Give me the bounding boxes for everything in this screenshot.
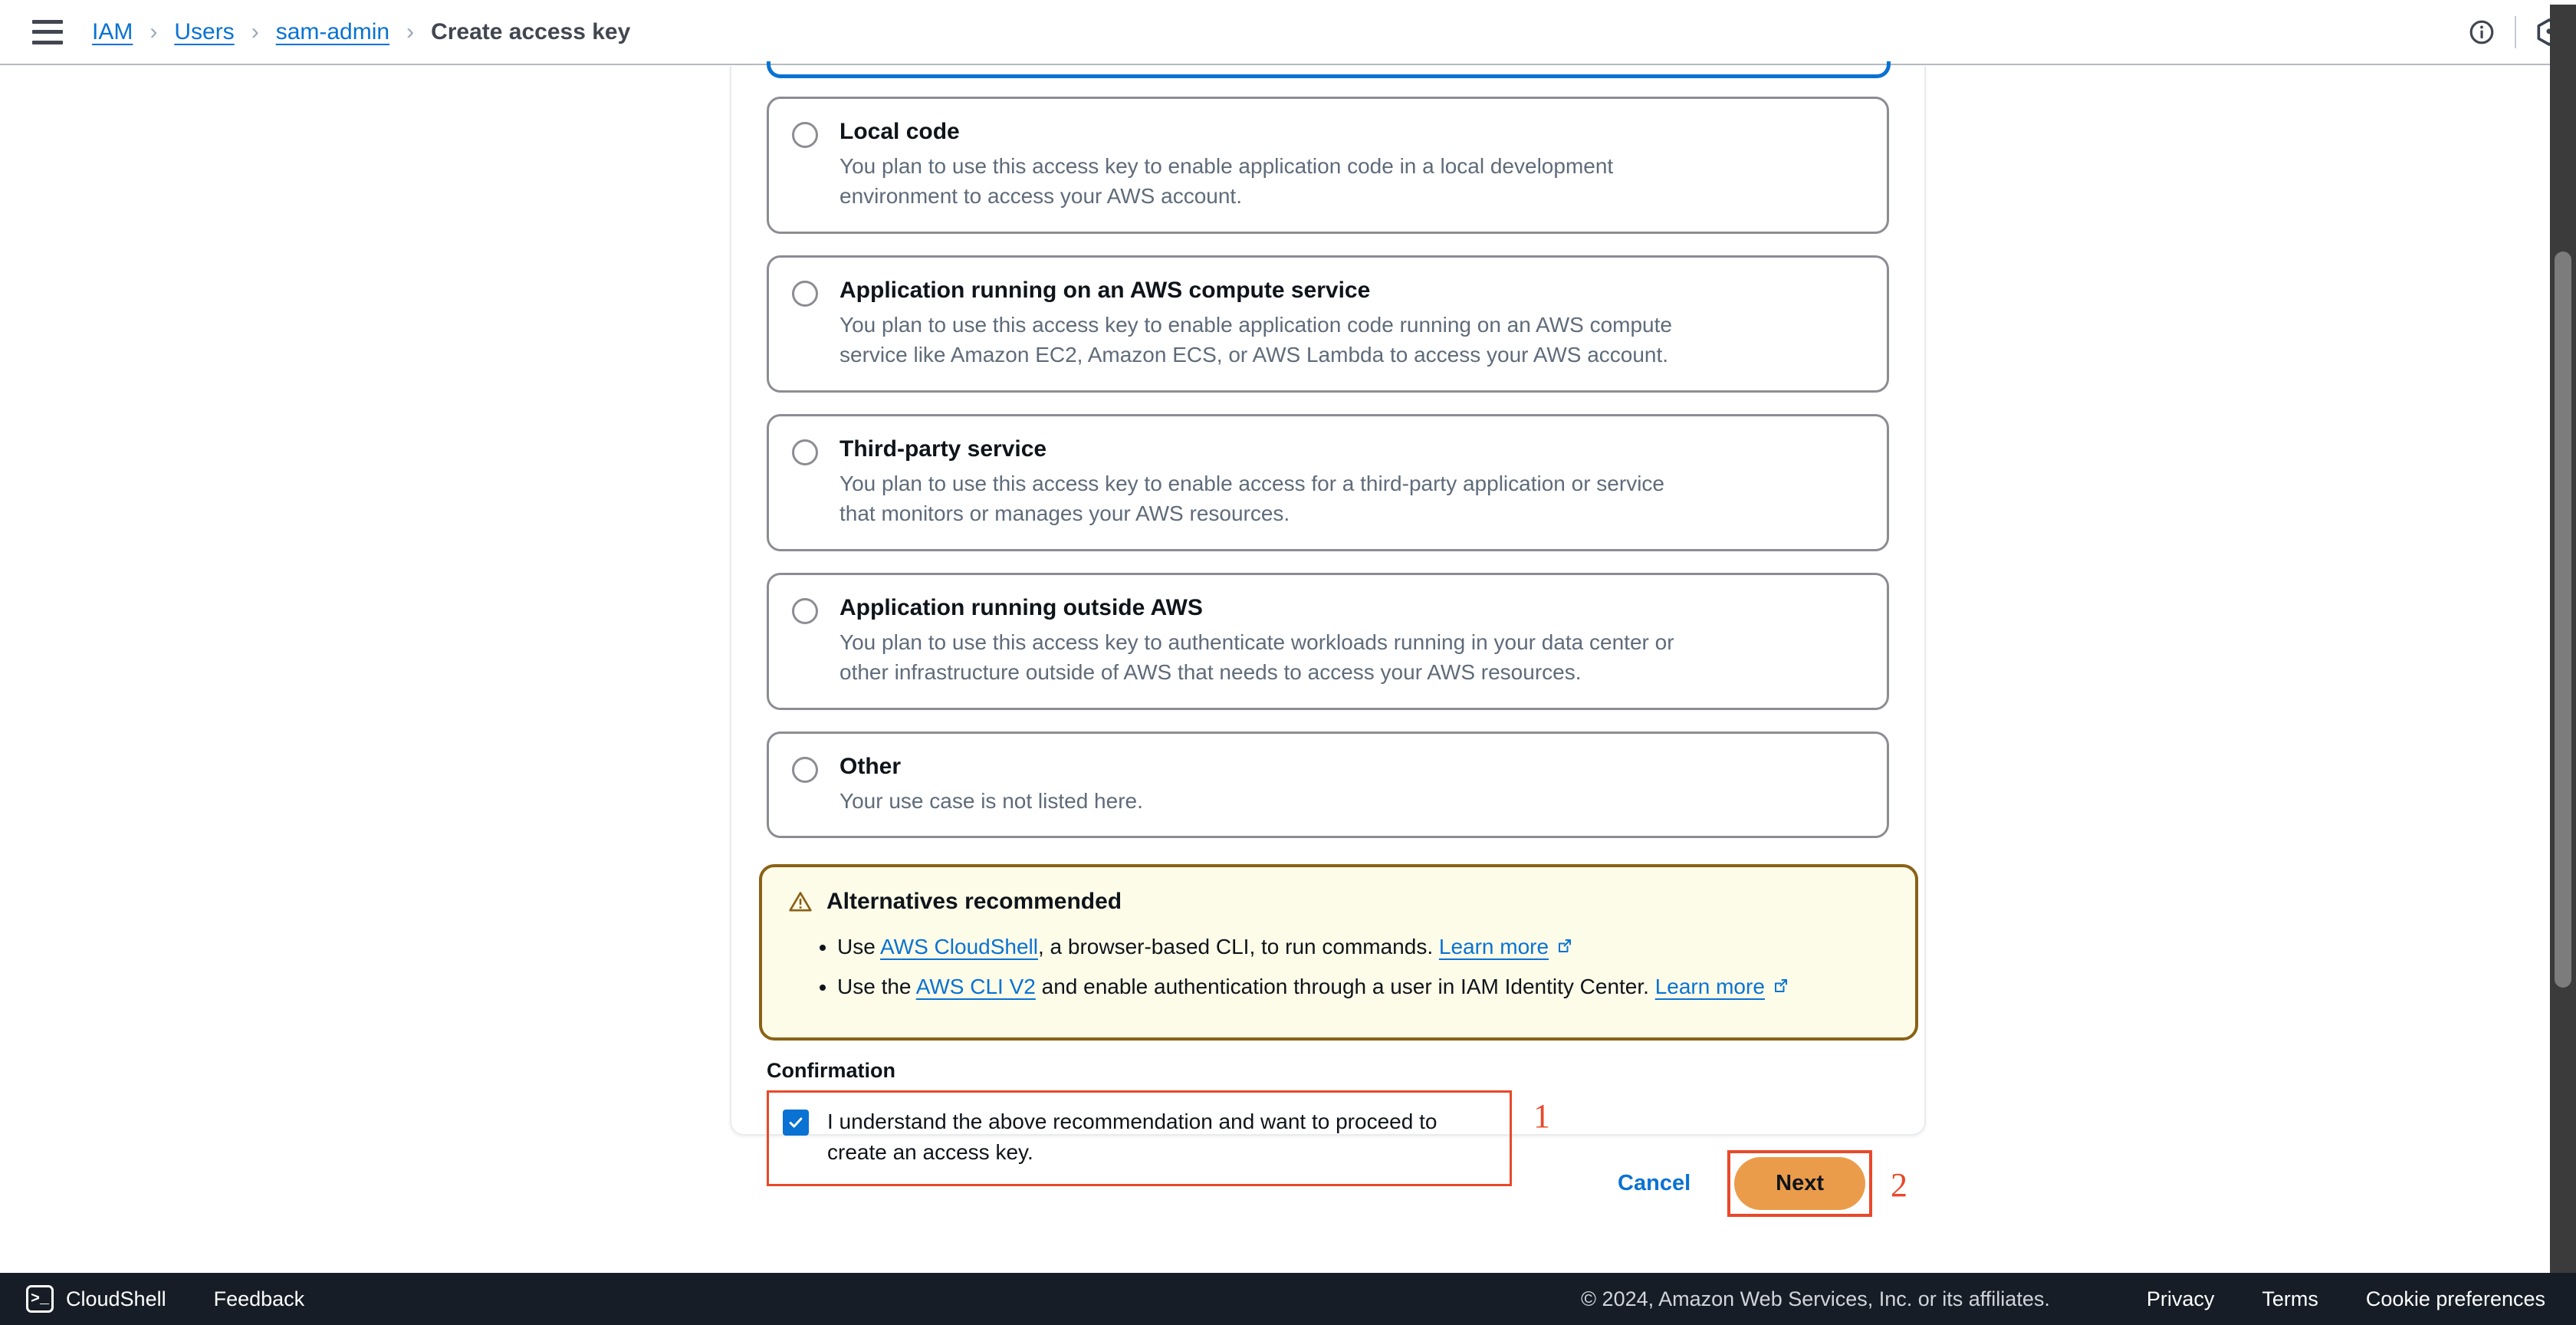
- confirmation-checkbox[interactable]: [783, 1109, 809, 1136]
- cancel-button[interactable]: Cancel: [1618, 1171, 1691, 1196]
- alert-bullet-cloudshell: Use AWS CloudShell, a browser-based CLI,…: [837, 932, 1889, 964]
- radio-icon[interactable]: [792, 757, 818, 783]
- option-card-third-party-service[interactable]: Third-party service You plan to use this…: [767, 414, 1889, 551]
- bullet-middle: , a browser-based CLI, to run commands.: [1037, 935, 1439, 959]
- option-description: You plan to use this access key to enabl…: [840, 153, 1614, 209]
- external-link-icon: [1771, 973, 1789, 1004]
- alert-bullet-aws-cli-v2: Use the AWS CLI V2 and enable authentica…: [837, 972, 1889, 1004]
- header-divider: [2515, 15, 2516, 48]
- annotation-marker-2: 2: [1891, 1166, 1907, 1204]
- radio-icon[interactable]: [792, 281, 818, 307]
- aws-cli-v2-link[interactable]: AWS CLI V2: [916, 975, 1036, 998]
- copyright-text: © 2024, Amazon Web Services, Inc. or its…: [1581, 1287, 2050, 1310]
- scrollbar-thumb[interactable]: [2555, 252, 2571, 988]
- cookie-preferences-link[interactable]: Cookie preferences: [2366, 1287, 2545, 1311]
- cloudshell-terminal-icon[interactable]: >_: [26, 1285, 54, 1313]
- hamburger-menu-icon[interactable]: [32, 19, 63, 44]
- breadcrumb-separator: ›: [251, 18, 259, 44]
- footer-left: >_ CloudShell Feedback: [26, 1285, 352, 1313]
- alternatives-recommended-alert: Alternatives recommended Use AWS CloudSh…: [759, 864, 1918, 1041]
- breadcrumb-separator: ›: [150, 18, 158, 44]
- radio-icon[interactable]: [792, 439, 818, 465]
- option-card-other[interactable]: Other Your use case is not listed here.: [767, 732, 1889, 839]
- breadcrumb-item-iam[interactable]: IAM: [92, 19, 133, 45]
- footer-bar: >_ CloudShell Feedback © 2024, Amazon We…: [0, 1273, 2576, 1325]
- bullet-prefix: Use: [837, 935, 881, 959]
- breadcrumb-item-sam-admin[interactable]: sam-admin: [276, 19, 389, 45]
- confirmation-label: Confirmation: [767, 1058, 895, 1082]
- option-title: Third-party service: [840, 436, 1047, 462]
- selected-option-card-partial[interactable]: [767, 61, 1891, 78]
- radio-icon[interactable]: [792, 122, 818, 148]
- create-access-key-panel: Local code You plan to use this access k…: [730, 61, 1926, 1186]
- cloudshell-button[interactable]: CloudShell: [66, 1287, 166, 1311]
- radio-icon[interactable]: [792, 598, 818, 624]
- breadcrumb: IAM › Users › sam-admin › Create access …: [92, 19, 630, 45]
- alert-header: Alternatives recommended: [788, 889, 1889, 915]
- alert-heading-text: Alternatives recommended: [826, 889, 1122, 915]
- annotation-marker-1: 1: [1533, 1096, 1550, 1135]
- bullet-prefix: Use the: [837, 975, 916, 998]
- external-link-icon: [1555, 933, 1573, 964]
- feedback-link[interactable]: Feedback: [214, 1287, 305, 1311]
- option-description: Your use case is not listed here.: [840, 788, 1143, 813]
- option-title: Application running outside AWS: [840, 595, 1203, 620]
- footer-right: © 2024, Amazon Web Services, Inc. or its…: [1581, 1287, 2545, 1311]
- breadcrumb-item-users[interactable]: Users: [174, 19, 234, 45]
- learn-more-link[interactable]: Learn more: [1655, 975, 1765, 998]
- option-card-local-code[interactable]: Local code You plan to use this access k…: [767, 97, 1889, 234]
- option-card-outside-aws[interactable]: Application running outside AWS You plan…: [767, 573, 1889, 710]
- next-button[interactable]: Next: [1734, 1157, 1865, 1210]
- breadcrumb-item-current: Create access key: [431, 18, 631, 44]
- option-title: Other: [840, 754, 902, 779]
- next-button-highlight: Next: [1727, 1150, 1872, 1217]
- breadcrumb-separator: ›: [406, 18, 415, 44]
- option-description: You plan to use this access key to authe…: [840, 630, 1674, 685]
- option-description: You plan to use this access key to enabl…: [840, 312, 1672, 367]
- aws-cloudshell-link[interactable]: AWS CloudShell: [880, 935, 1038, 958]
- terms-link[interactable]: Terms: [2262, 1287, 2318, 1311]
- page-scrollbar[interactable]: [2550, 5, 2576, 1273]
- form-actions: Cancel Next 2: [730, 1150, 1926, 1217]
- learn-more-link[interactable]: Learn more: [1439, 935, 1549, 958]
- warning-triangle-icon: [788, 889, 813, 914]
- option-title: Local code: [840, 119, 960, 144]
- option-title: Application running on an AWS compute se…: [840, 278, 1371, 303]
- info-circle-icon[interactable]: [2455, 0, 2509, 64]
- top-header-bar: IAM › Users › sam-admin › Create access …: [0, 0, 2576, 65]
- option-card-aws-compute-service[interactable]: Application running on an AWS compute se…: [767, 255, 1889, 393]
- checkmark-icon: [789, 1117, 803, 1128]
- bullet-middle: and enable authentication through a user…: [1035, 975, 1655, 998]
- option-description: You plan to use this access key to enabl…: [840, 471, 1664, 526]
- alert-bullet-list: Use AWS CloudShell, a browser-based CLI,…: [837, 932, 1889, 1004]
- privacy-link[interactable]: Privacy: [2147, 1287, 2215, 1311]
